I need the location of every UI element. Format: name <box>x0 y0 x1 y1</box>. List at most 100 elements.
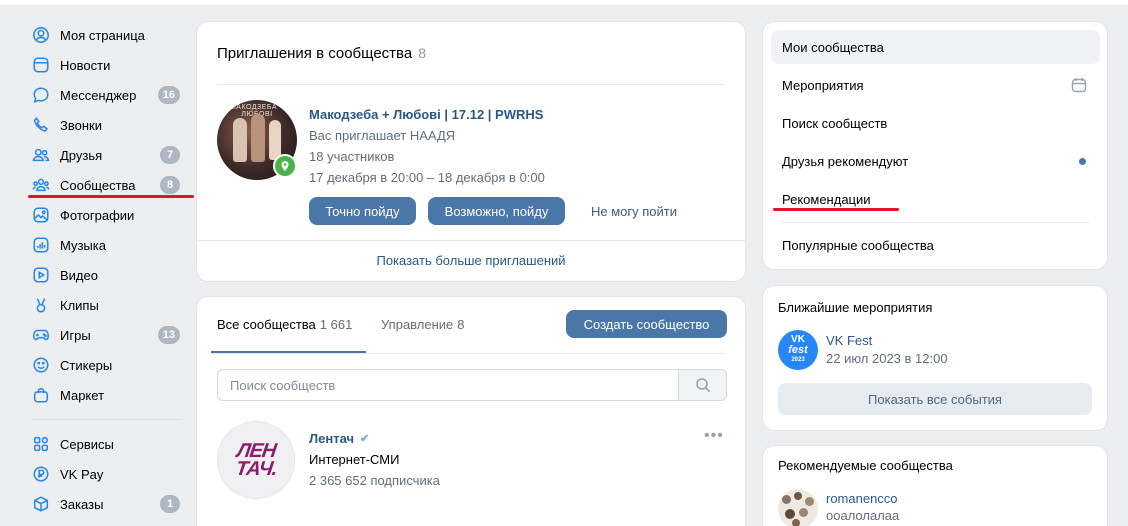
cant-go-button[interactable]: Не могу пойти <box>591 197 677 225</box>
show-all-events-button[interactable]: Показать все события <box>778 383 1092 415</box>
invitations-count: 8 <box>418 45 426 61</box>
verified-icon: ✔ <box>360 433 370 445</box>
nav-item-services[interactable]: Сервисы <box>28 429 188 459</box>
invitation-dates: 17 декабря в 20:00 – 18 декабря в 0:00 <box>309 170 545 185</box>
tab-all-communities[interactable]: Все сообщества 1 661 <box>217 317 352 332</box>
invitation-event-name[interactable]: Макодзеба + Любові | 17.12 | PWRHS <box>309 107 543 122</box>
community-search-input[interactable] <box>218 370 678 400</box>
community-subscribers: 2 365 652 подписчика <box>309 473 440 488</box>
photo-icon <box>32 206 50 224</box>
show-more-invitations-link[interactable]: Показать больше приглашений <box>197 253 745 268</box>
nav-label: Игры <box>60 327 91 343</box>
nav-item-photos[interactable]: Фотографии <box>28 200 188 230</box>
recommended-avatar[interactable] <box>778 489 818 526</box>
nav-item-stickers[interactable]: Стикеры <box>28 350 188 380</box>
nav-item-news[interactable]: Новости <box>28 50 188 80</box>
event-name[interactable]: VK Fest <box>826 333 872 348</box>
nav-label: Мессенджер <box>60 87 137 103</box>
tab-management[interactable]: Управление 8 <box>381 317 465 332</box>
user-circle-icon <box>32 26 50 44</box>
divider <box>782 222 1089 223</box>
bag-icon <box>32 386 50 404</box>
nav-item-music[interactable]: Музыка <box>28 230 188 260</box>
divider <box>197 240 745 241</box>
location-pin-icon <box>273 154 297 178</box>
event-date: 22 июл 2023 в 12:00 <box>826 351 948 366</box>
create-community-button[interactable]: Создать сообщество <box>566 310 727 338</box>
smile-icon <box>32 356 50 374</box>
menu-events[interactable]: Мероприятия <box>771 68 1100 102</box>
messenger-badge: 16 <box>157 86 180 104</box>
gamepad-icon <box>32 326 50 344</box>
communities-card: Все сообщества 1 661 Управление 8 Создать … <box>196 296 746 526</box>
news-icon <box>32 56 50 74</box>
nav-item-friends[interactable]: Друзья 7 <box>28 140 188 170</box>
vkpay-icon <box>32 465 50 483</box>
nav-label: VK Pay <box>60 466 104 482</box>
video-icon <box>32 266 50 284</box>
search-button[interactable] <box>678 370 726 400</box>
community-name[interactable]: Лентач ✔ <box>309 431 369 446</box>
box-icon <box>32 495 50 513</box>
nav-label: Фотографии <box>60 207 135 223</box>
invitation-inviter: Вас приглашает НААДЯ <box>309 128 456 143</box>
nav-label: Звонки <box>60 117 102 133</box>
invitations-card: Приглашения в сообщества8 МАКОДЗЕБА + ЛЮ… <box>196 21 746 282</box>
nav-item-my-page[interactable]: Моя страница <box>28 20 188 50</box>
new-indicator-dot <box>1079 157 1086 165</box>
menu-friends-recommend[interactable]: Друзья рекомендуют <box>771 144 1100 178</box>
left-nav: Моя страница Новости Мессенджер 16 Звонк… <box>28 20 188 519</box>
communities-badge: 8 <box>160 176 180 194</box>
right-menu-card: Мои сообщества Мероприятия Поиск сообщес… <box>762 21 1108 270</box>
going-button[interactable]: Точно пойду <box>309 197 416 225</box>
nav-item-calls[interactable]: Звонки <box>28 110 188 140</box>
phone-icon <box>32 116 50 134</box>
tab-count: 8 <box>457 317 465 332</box>
friends-icon <box>32 146 50 164</box>
services-grid-icon <box>32 435 50 453</box>
more-options-icon[interactable]: ••• <box>704 427 724 445</box>
nav-label: Заказы <box>60 496 104 512</box>
communities-icon <box>32 176 50 194</box>
nav-item-games[interactable]: Игры 13 <box>28 320 188 350</box>
invitations-title: Приглашения в сообщества 8 <box>217 45 426 62</box>
music-icon <box>32 236 50 254</box>
nav-item-market[interactable]: Маркет <box>28 380 188 410</box>
recommended-communities-card: Рекомендуемые сообщества romanencco ооал… <box>762 445 1108 526</box>
nav-item-clips[interactable]: Клипы <box>28 290 188 320</box>
games-badge: 13 <box>157 326 180 344</box>
friends-badge: 7 <box>160 146 180 164</box>
orders-badge: 1 <box>160 495 180 513</box>
upcoming-events-card: Ближайшие мероприятия VK fest 2023 VK Fe… <box>762 285 1108 431</box>
nav-item-vkpay[interactable]: VK Pay <box>28 459 188 489</box>
clips-icon <box>32 296 50 314</box>
avatar-logo-text: ТАЧ. <box>234 458 278 480</box>
calendar-icon <box>1071 78 1087 93</box>
nav-divider <box>32 419 182 420</box>
nav-label: Моя страница <box>60 27 145 43</box>
menu-my-communities[interactable]: Мои сообщества <box>771 30 1100 64</box>
community-avatar[interactable]: ЛЕН ТАЧ. <box>217 421 295 499</box>
menu-search-communities[interactable]: Поиск сообществ <box>771 106 1100 140</box>
menu-popular-communities[interactable]: Популярные сообщества <box>771 228 1100 262</box>
annotation-underline-recommendations <box>773 208 899 211</box>
nav-item-messenger[interactable]: Мессенджер 16 <box>28 80 188 110</box>
recommended-description: ооалолалаа <box>826 508 900 523</box>
nav-label: Сообщества <box>60 177 136 193</box>
nav-item-video[interactable]: Видео <box>28 260 188 290</box>
nav-label: Новости <box>60 57 111 73</box>
nav-item-orders[interactable]: Заказы 1 <box>28 489 188 519</box>
recommended-name[interactable]: romanencco <box>826 491 898 506</box>
active-tab-indicator <box>211 351 366 353</box>
vk-fest-logo[interactable]: VK fest 2023 <box>778 330 818 370</box>
divider <box>211 353 725 354</box>
recommended-title: Рекомендуемые сообщества <box>778 458 953 473</box>
invitation-members: 18 участников <box>309 149 395 164</box>
nav-label: Клипы <box>60 297 99 313</box>
nav-label: Друзья <box>60 147 103 163</box>
annotation-underline-communities <box>28 195 194 198</box>
community-category: Интернет-СМИ <box>309 452 400 467</box>
maybe-button[interactable]: Возможно, пойду <box>428 197 565 225</box>
top-strip <box>0 0 1128 5</box>
community-search <box>217 369 727 401</box>
